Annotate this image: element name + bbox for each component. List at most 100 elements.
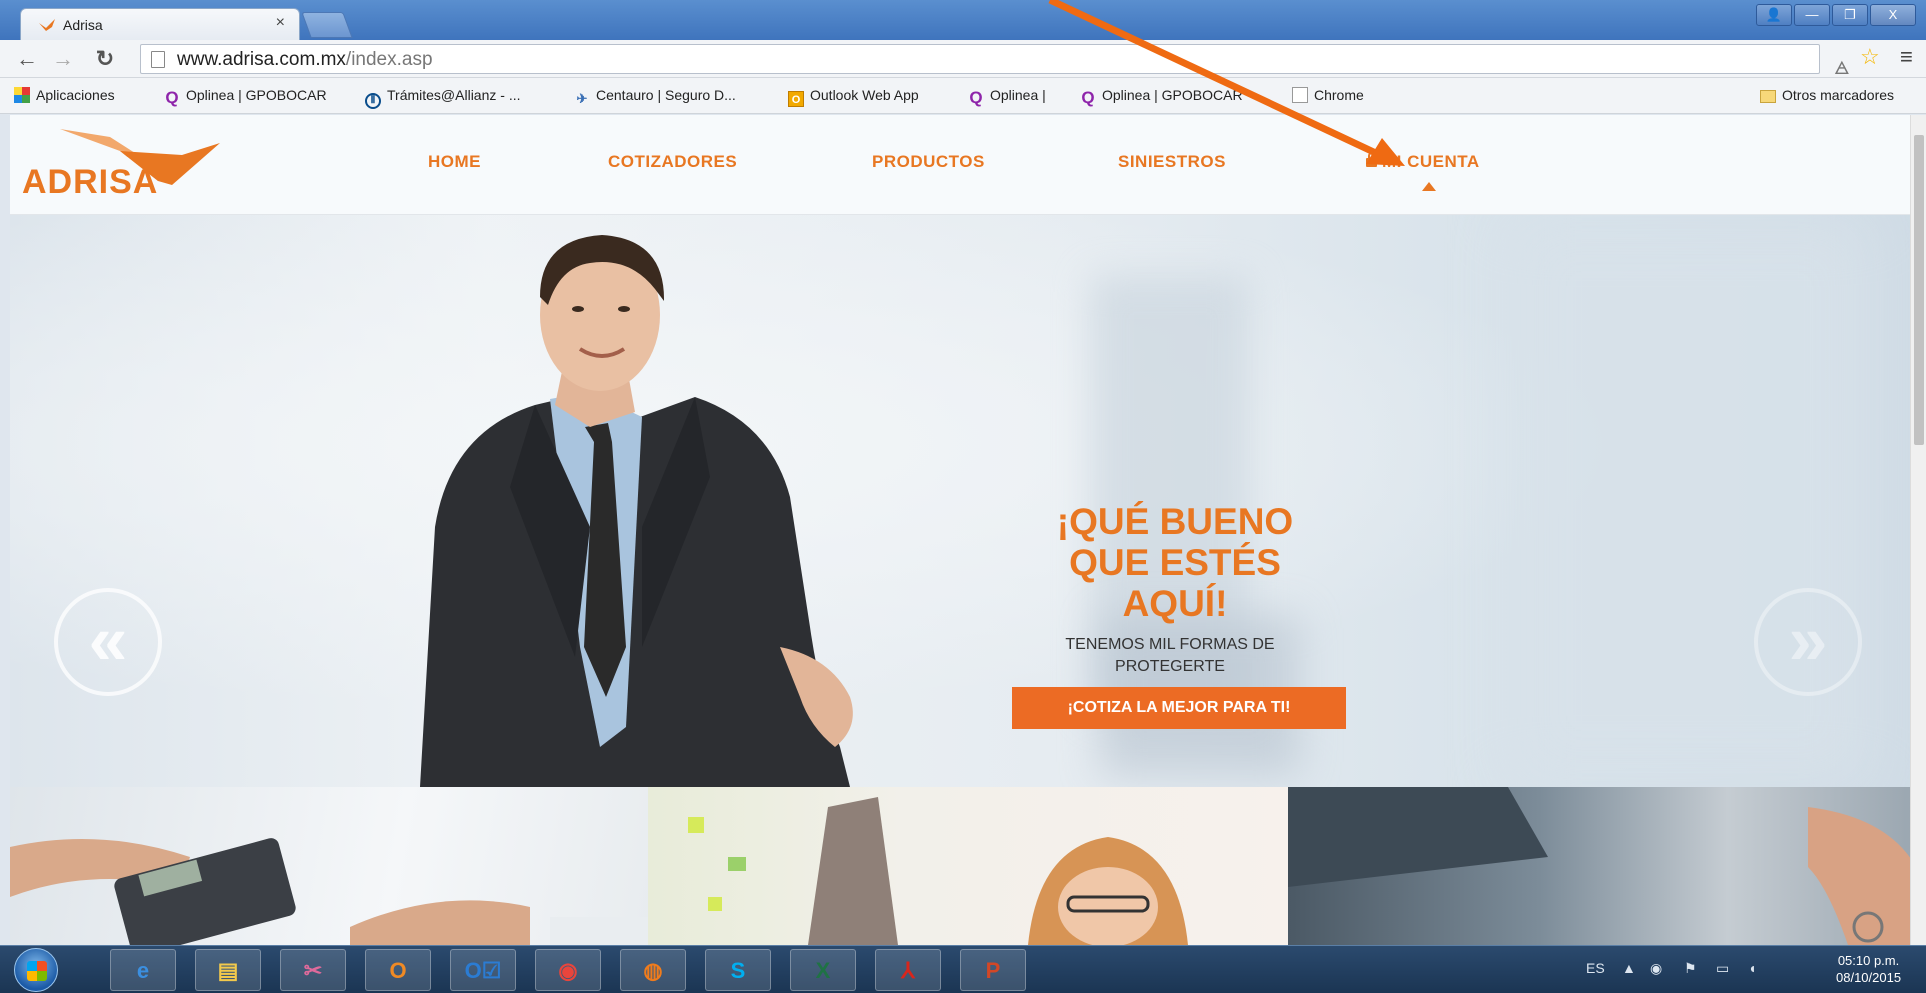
- bookmark-label: Chrome: [1314, 87, 1364, 103]
- outlook-icon: O: [788, 91, 804, 107]
- other-bookmarks[interactable]: Otros marcadores: [1760, 87, 1894, 103]
- nav-siniestros[interactable]: SINIESTROS: [1118, 152, 1226, 172]
- folder-icon: [1760, 90, 1776, 103]
- calculator-hands-image: [10, 838, 648, 945]
- bookmark-label: Trámites@Allianz - ...: [387, 87, 521, 103]
- bookmark-label: Aplicaciones: [36, 87, 115, 103]
- businessman-image: [420, 235, 853, 787]
- site-logo[interactable]: ADRISA: [22, 163, 158, 202]
- cotiza-cta-button[interactable]: ¡COTIZA LA MEJOR PARA TI!: [1012, 687, 1346, 729]
- bookmark-label: Otros marcadores: [1782, 87, 1895, 103]
- bookmark-centauro[interactable]: ✈ Centauro | Seguro D...: [574, 87, 736, 107]
- start-button[interactable]: [14, 948, 58, 992]
- headline-line-1: ¡QUÉ BUENO: [1056, 501, 1294, 542]
- volume-icon[interactable]: ◖: [1748, 960, 1756, 976]
- taskbar-chrome-icon[interactable]: ◉: [535, 949, 601, 991]
- bookmark-label: Outlook Web App: [810, 87, 919, 103]
- url-path: /index.asp: [345, 49, 433, 70]
- lock-icon: [1366, 152, 1377, 167]
- taskbar-outlook-icon[interactable]: O☑: [450, 949, 516, 991]
- woman-image: [688, 797, 1188, 945]
- forward-arrow-icon[interactable]: →: [50, 46, 76, 72]
- allianz-icon: ⦀: [365, 93, 381, 109]
- address-bar[interactable]: www.adrisa.com.mx/index.asp: [140, 44, 1820, 74]
- active-caret-icon: [1422, 182, 1436, 191]
- nav-home[interactable]: HOME: [428, 152, 481, 172]
- restore-button[interactable]: ❐: [1832, 4, 1868, 26]
- network-icon[interactable]: ◉: [1650, 960, 1662, 977]
- url-host: www.adrisa.com.mx: [177, 49, 346, 70]
- background-blur: [1510, 215, 1870, 787]
- taskbar-file-explorer-icon[interactable]: ▤: [195, 949, 261, 991]
- hero-headline: ¡QUÉ BUENO QUE ESTÉS AQUÍ!: [1000, 501, 1350, 624]
- page-icon: [1292, 87, 1308, 103]
- hero-slider: « » ¡QUÉ BUENO QUE ESTÉS AQUÍ! TENEMOS M…: [10, 215, 1916, 787]
- back-arrow-icon[interactable]: ←: [14, 46, 40, 72]
- user-icon[interactable]: 👤: [1756, 4, 1792, 26]
- menu-icon[interactable]: ≡: [1900, 44, 1913, 70]
- oplinea-icon: Q: [1081, 88, 1095, 107]
- minimize-button[interactable]: —: [1794, 4, 1830, 26]
- system-clock[interactable]: 05:10 p.m. 08/10/2015: [1836, 952, 1901, 986]
- close-window-button[interactable]: X: [1870, 4, 1916, 26]
- flag-icon[interactable]: ⚑: [1684, 960, 1697, 977]
- bookmark-label: Oplinea |: [990, 87, 1046, 103]
- bookmarks-bar: Aplicaciones Q Oplinea | GPOBOCAR ⦀ Trámit…: [0, 78, 1926, 114]
- bookmark-allianz[interactable]: ⦀ Trámites@Allianz - ...: [365, 87, 521, 109]
- bookmark-oplinea-gpobocar[interactable]: Q Oplinea | GPOBOCAR: [164, 87, 327, 107]
- bookmark-oplinea-gpobocar-2[interactable]: Q Oplinea | GPOBOCAR: [1080, 87, 1243, 107]
- taskbar-excel-icon[interactable]: X: [790, 949, 856, 991]
- bookmark-aplicaciones[interactable]: Aplicaciones: [14, 87, 115, 103]
- tile-car-keys-image[interactable]: [1288, 787, 1916, 945]
- subtitle-line-1: TENEMOS MIL FORMAS DE: [1065, 636, 1275, 653]
- nav-mi-cuenta[interactable]: MI CUENTA: [1366, 152, 1480, 172]
- centauro-icon: ✈: [576, 91, 588, 106]
- subtitle-line-2: PROTEGERTE: [1115, 658, 1225, 675]
- bookmark-outlook[interactable]: O Outlook Web App: [788, 87, 919, 107]
- web-page: ADRISA HOME COTIZADORES PRODUCTOS SINIES…: [10, 115, 1916, 945]
- site-header: ADRISA HOME COTIZADORES PRODUCTOS SINIES…: [10, 115, 1916, 215]
- monitor-icon[interactable]: ▭: [1716, 960, 1729, 977]
- adrisa-favicon-icon: [39, 19, 55, 31]
- show-hidden-icons[interactable]: ▲: [1622, 960, 1636, 976]
- slider-prev-button[interactable]: «: [54, 588, 162, 696]
- tab-title: Adrisa: [63, 17, 103, 33]
- oplinea-icon: Q: [969, 88, 983, 107]
- window-controls: 👤 — ❐ X: [1756, 4, 1916, 26]
- clock-date: 08/10/2015: [1836, 970, 1902, 985]
- oplinea-icon: Q: [165, 88, 179, 107]
- headline-line-2: QUE ESTÉS: [1069, 542, 1281, 583]
- car-keys-image: [1288, 787, 1916, 945]
- taskbar-skype-icon[interactable]: S: [705, 949, 771, 991]
- taskbar-internet-explorer-icon[interactable]: e: [110, 949, 176, 991]
- hero-subtitle: TENEMOS MIL FORMAS DE PROTEGERTE: [1010, 634, 1330, 678]
- taskbar-firefox-icon[interactable]: ◍: [620, 949, 686, 991]
- bookmark-oplinea[interactable]: Q Oplinea |: [968, 87, 1046, 107]
- headline-line-3: AQUÍ!: [1122, 583, 1228, 624]
- tile-woman-image[interactable]: [648, 787, 1288, 945]
- reload-icon[interactable]: ↻: [92, 46, 118, 72]
- apps-icon: [14, 87, 30, 103]
- page-scrollbar[interactable]: [1910, 115, 1926, 945]
- browser-toolbar: ← → ↻ www.adrisa.com.mx/index.asp 🜁 ☆ ≡: [0, 40, 1926, 78]
- language-indicator[interactable]: ES: [1586, 960, 1605, 976]
- bookmark-label: Oplinea | GPOBOCAR: [186, 87, 327, 103]
- browser-tab[interactable]: Adrisa ×: [20, 8, 300, 40]
- bookmark-label: Oplinea | GPOBOCAR: [1102, 87, 1243, 103]
- bookmark-star-icon[interactable]: ☆: [1860, 44, 1880, 70]
- taskbar-powerpoint-icon[interactable]: P: [960, 949, 1026, 991]
- browser-titlebar: Adrisa × 👤 — ❐ X: [0, 0, 1926, 40]
- taskbar-outlook-o-icon[interactable]: O: [365, 949, 431, 991]
- scrollbar-thumb[interactable]: [1914, 135, 1924, 445]
- slider-next-button[interactable]: »: [1754, 588, 1862, 696]
- taskbar-acrobat-icon[interactable]: ⅄: [875, 949, 941, 991]
- clock-time: 05:10 p.m.: [1837, 953, 1900, 968]
- nav-productos[interactable]: PRODUCTOS: [872, 152, 985, 172]
- tile-calculator-image[interactable]: [10, 787, 648, 945]
- taskbar-snipping-tool-icon[interactable]: ✂: [280, 949, 346, 991]
- page-icon: [151, 51, 165, 68]
- new-tab-button[interactable]: [301, 12, 353, 38]
- tab-close-icon[interactable]: ×: [276, 14, 285, 32]
- bookmark-chrome[interactable]: Chrome: [1292, 87, 1364, 103]
- nav-cotizadores[interactable]: COTIZADORES: [608, 152, 737, 172]
